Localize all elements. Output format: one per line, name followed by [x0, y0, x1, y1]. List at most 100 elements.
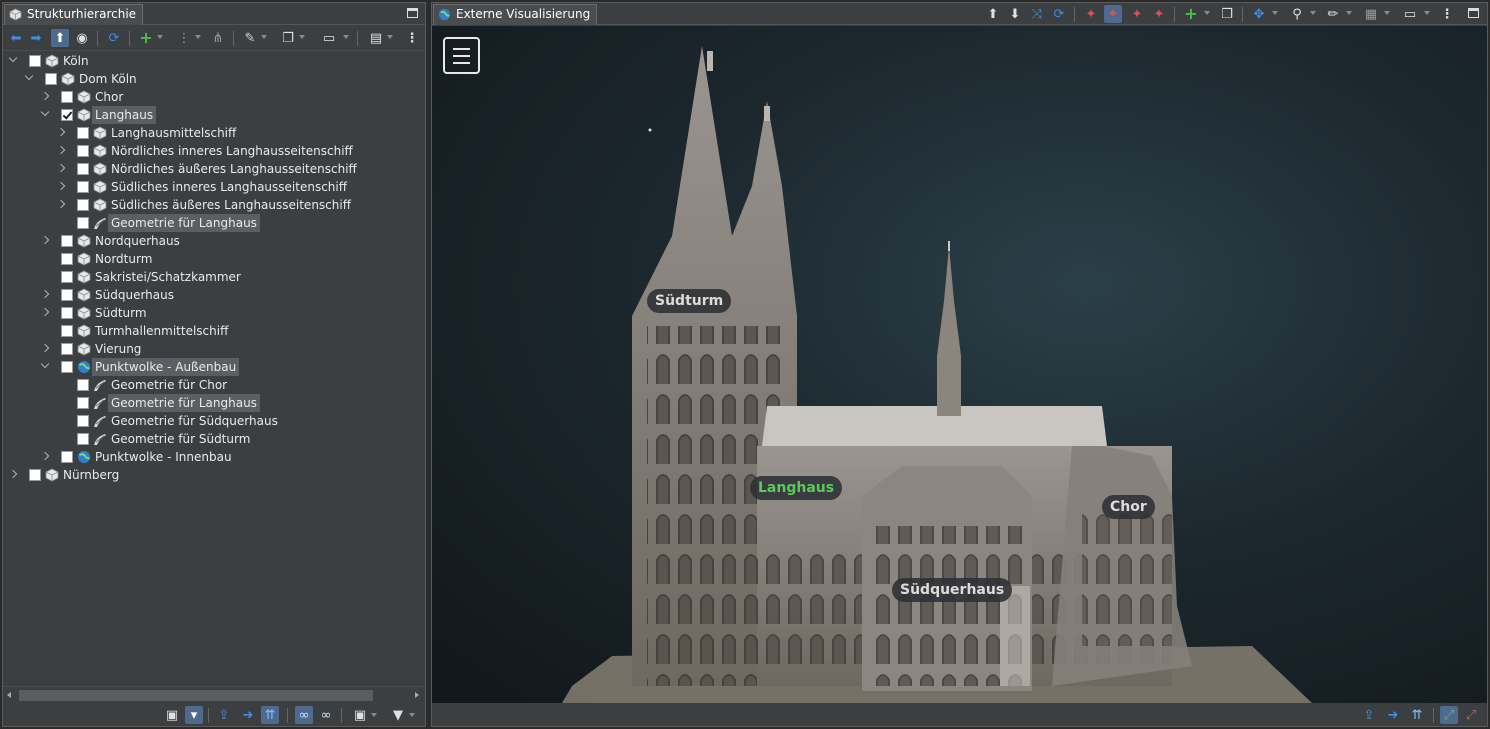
- chevron-down-icon[interactable]: [40, 359, 50, 369]
- link-chain-icon[interactable]: ∞: [295, 706, 313, 724]
- tab-external-visualization[interactable]: Externe Visualisierung: [433, 4, 598, 25]
- tree-row[interactable]: Chor: [39, 88, 421, 106]
- tree-checkbox[interactable]: [61, 253, 73, 265]
- merge-icon[interactable]: ⇈: [261, 706, 279, 724]
- tree-checkbox[interactable]: [61, 325, 73, 337]
- tree-row[interactable]: Geometrie für Südquerhaus: [55, 412, 421, 430]
- view-mode-icon[interactable]: ▭: [317, 29, 341, 47]
- tree-row[interactable]: Geometrie für Langhaus: [55, 394, 421, 412]
- hamburger-menu-button[interactable]: [443, 37, 480, 74]
- unlink-chain-icon[interactable]: ∞: [317, 706, 335, 724]
- up-arrow-icon[interactable]: ⬆: [51, 29, 69, 47]
- chevron-down-icon[interactable]: [24, 71, 34, 81]
- tree-checkbox[interactable]: [77, 415, 89, 427]
- tree-checkbox[interactable]: [77, 199, 89, 211]
- tree-checkbox[interactable]: [61, 307, 73, 319]
- grid-icon[interactable]: ▦: [1362, 5, 1380, 23]
- 3d-viewport[interactable]: Südturm Langhaus Chor Südquerhaus: [432, 26, 1487, 703]
- tree-row[interactable]: Vierung: [39, 340, 421, 358]
- tree-row[interactable]: Nordturm: [39, 250, 421, 268]
- tree-row[interactable]: Dom Köln: [23, 70, 421, 88]
- chevron-right-icon[interactable]: [40, 91, 50, 101]
- move-dropdown-icon[interactable]: [1272, 11, 1278, 15]
- tree-checkbox[interactable]: [61, 235, 73, 247]
- tree-checkbox[interactable]: [77, 145, 89, 157]
- tree-checkbox[interactable]: [61, 91, 73, 103]
- hierarchy-dropdown-icon[interactable]: [195, 35, 201, 39]
- chevron-right-icon[interactable]: [56, 145, 66, 155]
- chevron-right-icon[interactable]: [8, 469, 18, 479]
- tree-checkbox[interactable]: [77, 127, 89, 139]
- forward-arrow-icon[interactable]: ➡: [27, 29, 45, 47]
- arrow-right-icon[interactable]: ➜: [1384, 706, 1402, 724]
- hierarchy-icon[interactable]: ⋮: [175, 29, 193, 47]
- tree-checkbox[interactable]: [61, 271, 73, 283]
- collapse-icon[interactable]: ▣: [163, 706, 181, 724]
- chevron-down-icon[interactable]: [8, 53, 18, 63]
- tree-row[interactable]: Punktwolke - Innenbau: [39, 448, 421, 466]
- chevron-right-icon[interactable]: [56, 163, 66, 173]
- label-suedturm[interactable]: Südturm: [647, 289, 732, 313]
- tree-checkbox[interactable]: [77, 433, 89, 445]
- tree-checkbox[interactable]: [61, 109, 73, 121]
- scrollbar-thumb[interactable]: [19, 690, 373, 701]
- arrow-down-icon[interactable]: ⬇: [1006, 5, 1024, 23]
- copy-dropdown-icon[interactable]: [299, 35, 305, 39]
- add-icon[interactable]: +: [1182, 5, 1200, 23]
- tree-checkbox[interactable]: [29, 469, 41, 481]
- display-dropdown-icon[interactable]: [1424, 11, 1430, 15]
- tree-checkbox[interactable]: [77, 163, 89, 175]
- tree-row[interactable]: Köln: [7, 52, 421, 70]
- tree-checkbox[interactable]: [77, 217, 89, 229]
- measure-icon[interactable]: ✏: [1324, 5, 1342, 23]
- tree-row[interactable]: Turmhallenmittelschiff: [39, 322, 421, 340]
- scroll-left-icon[interactable]: [7, 692, 11, 698]
- copy-icon[interactable]: ❐: [279, 29, 297, 47]
- zoom-icon[interactable]: ⚲: [1288, 5, 1306, 23]
- chevron-right-icon[interactable]: [40, 343, 50, 353]
- tree-row[interactable]: Sakristei/Schatzkammer: [39, 268, 421, 286]
- label-langhaus[interactable]: Langhaus: [750, 476, 843, 500]
- chevron-right-icon[interactable]: [56, 181, 66, 191]
- pen-dropdown-icon[interactable]: [261, 35, 267, 39]
- tree-row[interactable]: Nordquerhaus: [39, 232, 421, 250]
- arrow-up-icon[interactable]: ⬆: [984, 5, 1002, 23]
- label-suedquerhaus[interactable]: Südquerhaus: [892, 578, 1013, 602]
- chevron-right-icon[interactable]: [40, 307, 50, 317]
- tree-checkbox[interactable]: [61, 451, 73, 463]
- pin-remove-icon[interactable]: ✦: [1150, 5, 1168, 23]
- funnel-filter-icon[interactable]: ▼: [389, 706, 407, 724]
- back-arrow-icon[interactable]: ⬅: [7, 29, 25, 47]
- chevron-right-icon[interactable]: [56, 127, 66, 137]
- add-icon[interactable]: +: [137, 29, 155, 47]
- chevron-right-icon[interactable]: [40, 235, 50, 245]
- tree-row[interactable]: Nördliches inneres Langhausseitenschiff: [55, 142, 421, 160]
- tree-row[interactable]: Nördliches äußeres Langhausseitenschiff: [55, 160, 421, 178]
- tree-row[interactable]: Geometrie für Chor: [55, 376, 421, 394]
- funnel-dropdown-icon[interactable]: [409, 713, 415, 717]
- tree-checkbox[interactable]: [77, 397, 89, 409]
- tree-row[interactable]: Südturm: [39, 304, 421, 322]
- tree-checkbox[interactable]: [45, 73, 57, 85]
- unsync-view-icon[interactable]: ⤢: [1462, 706, 1480, 724]
- pin-icon[interactable]: ✦: [1082, 5, 1100, 23]
- pen-icon[interactable]: ✎: [241, 29, 259, 47]
- filter-box-icon[interactable]: ▾: [185, 706, 203, 724]
- window-icon[interactable]: ▤: [367, 29, 385, 47]
- tab-structure-hierarchy[interactable]: Strukturhierarchie: [4, 4, 144, 25]
- more-options-icon[interactable]: ⋮: [403, 29, 421, 47]
- chevron-down-icon[interactable]: [40, 107, 50, 117]
- export-icon[interactable]: ⇪: [215, 706, 233, 724]
- clear-icon[interactable]: ◉: [73, 29, 91, 47]
- tree-checkbox[interactable]: [61, 361, 73, 373]
- settings-box-icon[interactable]: ▣: [351, 706, 369, 724]
- link-icon[interactable]: ⋔: [209, 29, 227, 47]
- tree-checkbox[interactable]: [77, 379, 89, 391]
- settings-dropdown-icon[interactable]: [371, 713, 377, 717]
- chevron-right-icon[interactable]: [56, 199, 66, 209]
- sync-view-icon[interactable]: ⤢: [1440, 706, 1458, 724]
- tree-row[interactable]: Südliches äußeres Langhausseitenschiff: [55, 196, 421, 214]
- tree-checkbox[interactable]: [77, 181, 89, 193]
- maximize-button[interactable]: [1468, 8, 1479, 18]
- display-icon[interactable]: ▭: [1398, 5, 1422, 23]
